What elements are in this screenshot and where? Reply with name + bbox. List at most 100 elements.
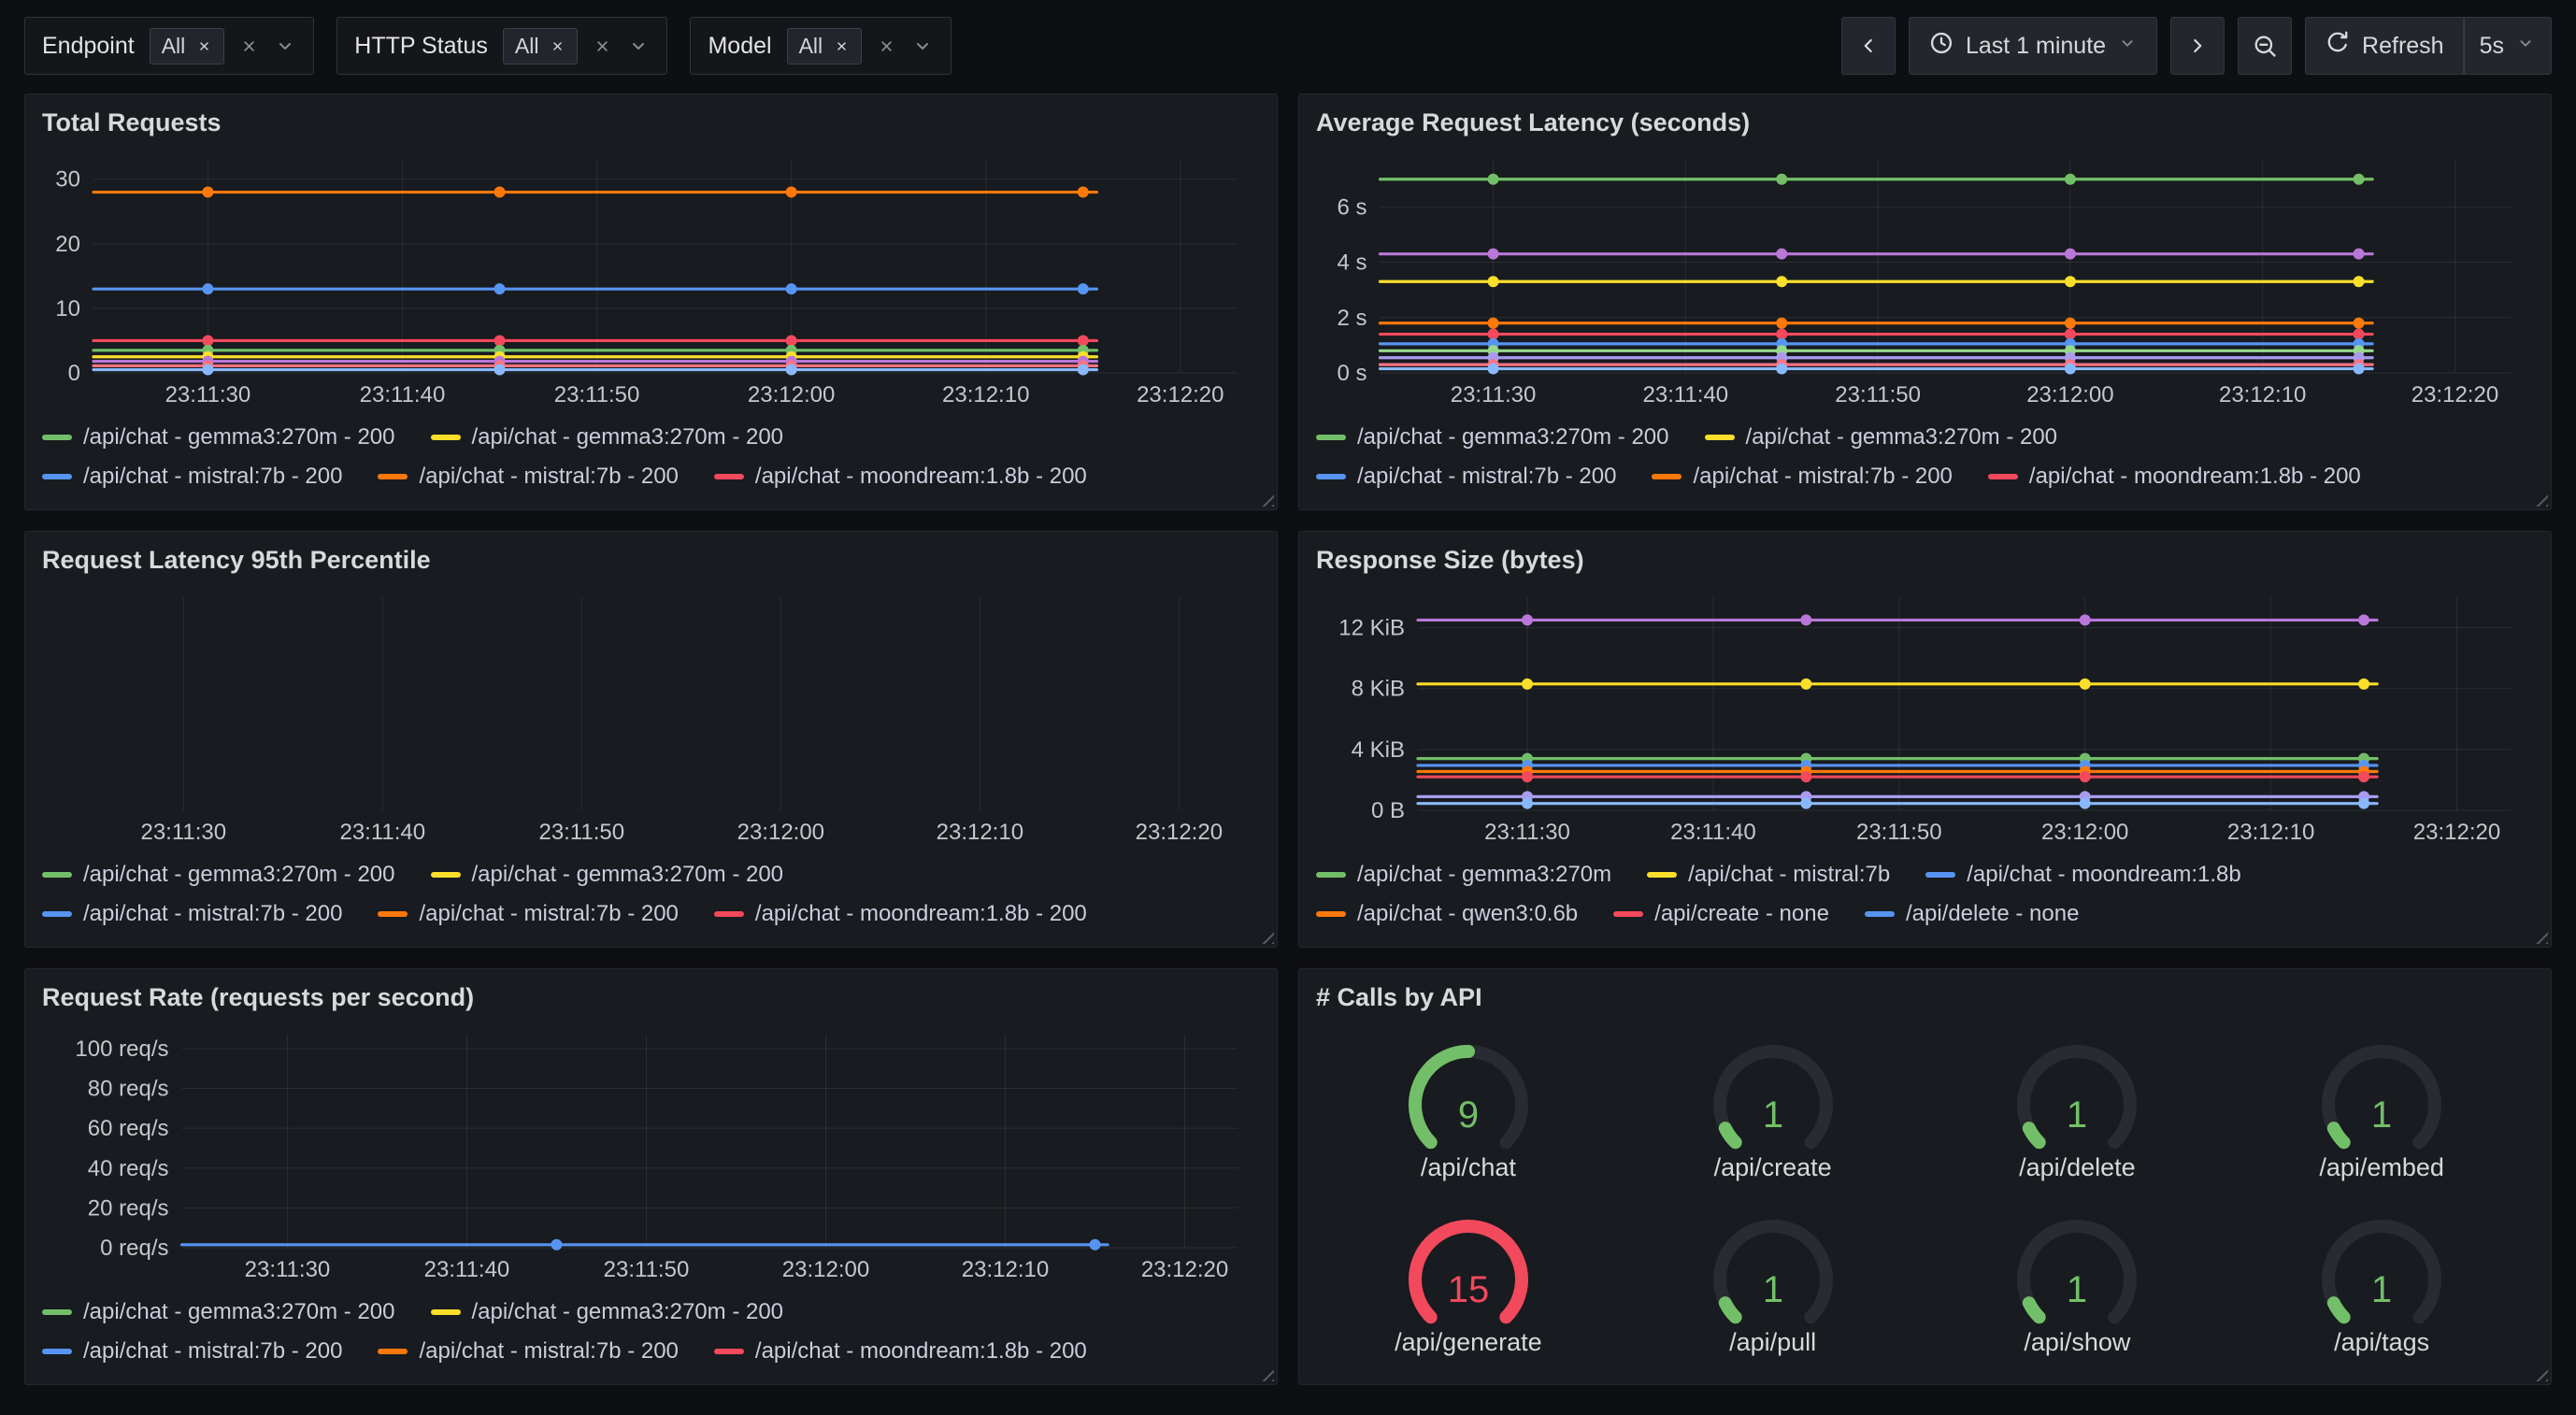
panel-title[interactable]: Request Rate (requests per second) <box>42 980 1260 1014</box>
gauge: 1/api/create <box>1621 1022 1925 1196</box>
gauge-arc: 1 <box>1995 1036 2159 1163</box>
variable-filter[interactable]: ModelAll <box>690 17 952 75</box>
legend-item[interactable]: /api/chat - mistral:7b - 200 <box>378 457 678 496</box>
chevron-down-icon[interactable] <box>274 35 296 57</box>
gauge: 9/api/chat <box>1316 1022 1621 1196</box>
series-point <box>1488 364 1499 375</box>
series-point <box>1800 615 1811 626</box>
series-point <box>2358 615 2369 626</box>
legend-item[interactable]: /api/create - none <box>1613 894 1829 934</box>
legend: /api/chat - gemma3:270m - 200/api/chat -… <box>42 855 1260 934</box>
series-point <box>202 284 213 295</box>
time-range-picker[interactable]: Last 1 minute <box>1909 17 2157 75</box>
zoom-out-button[interactable] <box>2238 17 2292 75</box>
legend-item[interactable]: /api/chat - mistral:7b - 200 <box>378 894 678 934</box>
legend-item[interactable]: /api/chat - mistral:7b - 200 <box>1652 457 1952 496</box>
panel-title[interactable]: Average Request Latency (seconds) <box>1316 106 2534 139</box>
legend-item[interactable]: /api/chat - gemma3:270m - 200 <box>431 418 784 457</box>
variable-filter[interactable]: EndpointAll <box>24 17 314 75</box>
legend-item[interactable]: /api/chat - gemma3:270m - 200 <box>1705 418 2058 457</box>
chevron-down-icon[interactable] <box>911 35 934 57</box>
legend-item[interactable]: /api/chat - gemma3:270m - 200 <box>431 855 784 894</box>
legend-item[interactable]: /api/chat - moondream:1.8b - 200 <box>714 1332 1087 1371</box>
refresh-interval-picker[interactable]: 5s <box>2464 17 2552 75</box>
series-point <box>1090 1239 1101 1251</box>
x-tick-label: 23:11:40 <box>1670 820 1756 845</box>
filter-value: All <box>162 34 186 59</box>
remove-value-icon[interactable] <box>834 38 850 54</box>
gauge-value: 1 <box>1763 1269 1783 1310</box>
series-point <box>1522 798 1533 809</box>
gauge-label: /api/delete <box>2019 1153 2136 1182</box>
time-shift-forward-button[interactable] <box>2170 17 2225 75</box>
legend-item[interactable]: /api/chat - gemma3:270m - 200 <box>431 1293 784 1332</box>
clear-filter-icon[interactable] <box>239 36 259 56</box>
panel-title[interactable]: Response Size (bytes) <box>1316 543 2534 577</box>
legend-item[interactable]: /api/chat - qwen3:0.6b <box>1316 894 1578 934</box>
legend-item[interactable]: /api/chat - gemma3:270m - 200 <box>42 418 395 457</box>
series-color-swatch <box>42 872 72 878</box>
y-tick-label: 80 req/s <box>88 1077 169 1102</box>
series-point <box>1776 174 1787 185</box>
timeseries-chart[interactable]: 23:11:3023:11:4023:11:5023:12:0023:12:10… <box>42 1022 1260 1287</box>
filter-value-chip[interactable]: All <box>787 28 863 64</box>
remove-value-icon[interactable] <box>196 38 212 54</box>
panel-title[interactable]: Request Latency 95th Percentile <box>42 543 1260 577</box>
series-point <box>1776 329 1787 340</box>
chevron-down-icon <box>2117 33 2138 53</box>
timeseries-chart[interactable]: 23:11:3023:11:4023:11:5023:12:0023:12:10… <box>1316 584 2534 850</box>
legend: /api/chat - gemma3:270m - 200/api/chat -… <box>1316 418 2534 496</box>
panel-title[interactable]: # Calls by API <box>1316 980 2534 1014</box>
series-point <box>494 187 506 198</box>
remove-value-icon[interactable] <box>550 38 565 54</box>
legend-item[interactable]: /api/delete - none <box>1865 894 2079 934</box>
filter-value-chip[interactable]: All <box>150 28 225 64</box>
legend-item[interactable]: /api/chat - gemma3:270m - 200 <box>1316 418 1669 457</box>
series-point <box>1800 798 1811 809</box>
chevron-down-icon[interactable] <box>627 35 650 57</box>
legend-item[interactable]: /api/chat - mistral:7b <box>1647 855 1890 894</box>
gauge: 1/api/delete <box>1925 1022 2230 1196</box>
refresh-button[interactable]: Refresh <box>2305 17 2464 75</box>
legend-item[interactable]: /api/chat - mistral:7b - 200 <box>42 894 342 934</box>
legend-row: /api/chat - mistral:7b - 200/api/chat - … <box>42 457 1260 496</box>
variable-filter[interactable]: HTTP StatusAll <box>336 17 667 75</box>
x-tick-label: 23:11:50 <box>538 820 624 845</box>
series-color-swatch <box>431 872 461 878</box>
gauge-arc: 15 <box>1386 1210 1551 1337</box>
legend-item[interactable]: /api/chat - gemma3:270m - 200 <box>42 1293 395 1332</box>
series-point <box>1488 318 1499 329</box>
x-tick-label: 23:12:20 <box>2413 820 2500 845</box>
series-point <box>1522 679 1533 690</box>
legend-item[interactable]: /api/chat - gemma3:270m - 200 <box>42 855 395 894</box>
legend-item[interactable]: /api/chat - gemma3:270m <box>1316 855 1611 894</box>
timeseries-chart[interactable]: 23:11:3023:11:4023:11:5023:12:0023:12:10… <box>42 147 1260 412</box>
legend-item[interactable]: /api/chat - mistral:7b - 200 <box>1316 457 1616 496</box>
refresh-icon <box>2325 30 2351 56</box>
legend-item[interactable]: /api/chat - moondream:1.8b <box>1925 855 2241 894</box>
clear-filter-icon[interactable] <box>877 36 896 56</box>
filter-value-chip[interactable]: All <box>503 28 579 64</box>
legend-item[interactable]: /api/chat - moondream:1.8b - 200 <box>1988 457 2361 496</box>
timeseries-chart[interactable]: 23:11:3023:11:4023:11:5023:12:0023:12:10… <box>42 584 1260 850</box>
series-color-swatch <box>42 474 72 479</box>
series-point <box>1522 772 1533 783</box>
legend-item[interactable]: /api/chat - mistral:7b - 200 <box>42 1332 342 1371</box>
legend-label: /api/chat - qwen3:0.6b <box>1357 894 1578 934</box>
time-shift-back-button[interactable] <box>1841 17 1896 75</box>
legend-label: /api/chat - gemma3:270m <box>1357 855 1611 894</box>
series-point <box>2354 249 2365 260</box>
legend-item[interactable]: /api/chat - moondream:1.8b - 200 <box>714 457 1087 496</box>
timeseries-chart[interactable]: 23:11:3023:11:4023:11:5023:12:0023:12:10… <box>1316 147 2534 412</box>
x-tick-label: 23:12:00 <box>748 382 835 407</box>
series-color-swatch <box>378 911 408 917</box>
y-tick-label: 0 s <box>1337 361 1367 386</box>
legend-item[interactable]: /api/chat - mistral:7b - 200 <box>42 457 342 496</box>
legend-item[interactable]: /api/chat - mistral:7b - 200 <box>378 1332 678 1371</box>
clear-filter-icon[interactable] <box>593 36 612 56</box>
gauge-value: 15 <box>1448 1269 1490 1310</box>
x-tick-label: 23:11:30 <box>1484 820 1570 845</box>
panel-title[interactable]: Total Requests <box>42 106 1260 139</box>
x-tick-label: 23:12:10 <box>962 1257 1049 1282</box>
legend-item[interactable]: /api/chat - moondream:1.8b - 200 <box>714 894 1087 934</box>
